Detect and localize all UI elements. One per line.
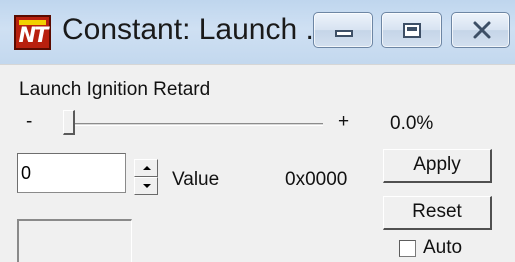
app-logo-icon: NT bbox=[14, 15, 51, 50]
slider-track[interactable] bbox=[70, 123, 323, 126]
spin-down-button[interactable] bbox=[134, 177, 158, 195]
window-title: Constant: Launch ... bbox=[62, 13, 331, 46]
dialog-body: Launch Ignition Retard - + 0.0% Value 0x… bbox=[0, 64, 515, 262]
slider-max-label: + bbox=[338, 111, 350, 132]
status-box bbox=[17, 219, 132, 262]
minimize-icon bbox=[335, 30, 353, 37]
hex-value: 0x0000 bbox=[285, 169, 348, 190]
maximize-button[interactable] bbox=[381, 12, 442, 48]
percent-display: 0.0% bbox=[390, 113, 434, 134]
close-button[interactable] bbox=[451, 12, 510, 48]
maximize-icon bbox=[403, 23, 421, 38]
logo-text: NT bbox=[18, 23, 49, 47]
spin-up-icon bbox=[143, 166, 151, 170]
slider-thumb[interactable] bbox=[63, 110, 75, 135]
reset-button[interactable]: Reset bbox=[383, 196, 492, 230]
auto-label: Auto bbox=[423, 237, 463, 258]
title-bar[interactable]: NT Constant: Launch ... bbox=[0, 0, 515, 64]
value-input[interactable] bbox=[17, 153, 126, 193]
parameter-name: Launch Ignition Retard bbox=[19, 79, 211, 100]
auto-checkbox[interactable] bbox=[399, 240, 416, 257]
slider-min-label: - bbox=[26, 111, 33, 132]
value-caption: Value bbox=[172, 169, 220, 190]
apply-button[interactable]: Apply bbox=[383, 149, 492, 183]
spin-down-icon bbox=[143, 184, 151, 188]
minimize-button[interactable] bbox=[313, 12, 373, 48]
spin-up-button[interactable] bbox=[134, 159, 158, 177]
close-icon bbox=[473, 21, 491, 39]
